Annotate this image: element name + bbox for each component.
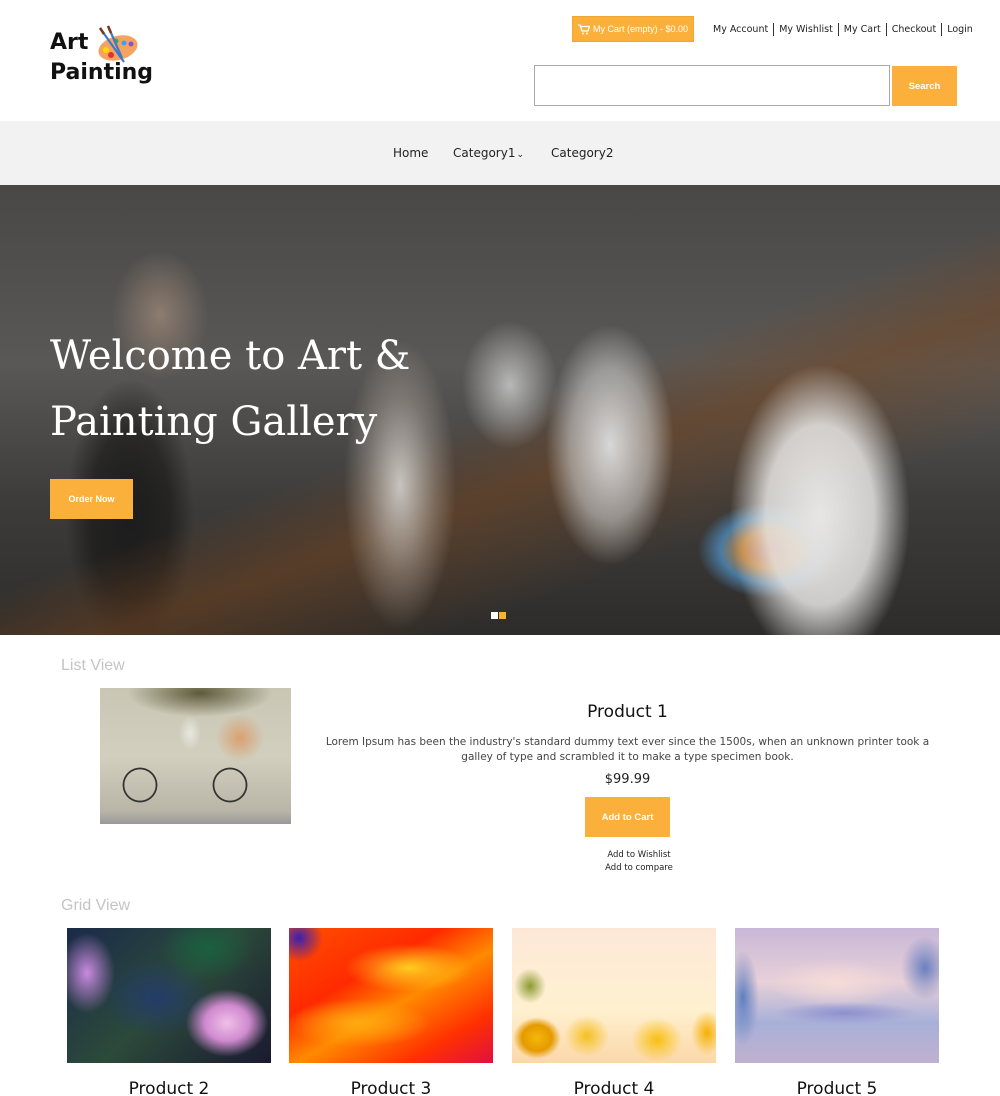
product-5-title[interactable]: Product 5 [735,1079,939,1096]
search-button[interactable]: Search [892,66,957,106]
grid-product-card: Product 5 [735,928,939,1096]
product-3-image[interactable] [289,928,493,1063]
main-nav: Home Category1⌄ Category2 [0,121,1000,185]
grid-product-card: Product 3 [289,928,493,1096]
nav-item-category1[interactable]: Category1⌄ [453,146,524,160]
nav-item-label: Category1 [453,146,516,160]
search-input[interactable] [534,65,890,106]
logo[interactable]: Art Painting [50,25,160,92]
login-link[interactable]: Login [941,23,978,36]
slider-dot-1[interactable] [491,612,498,619]
my-wishlist-link[interactable]: My Wishlist [773,23,838,36]
add-to-cart-button[interactable]: Add to Cart [585,797,670,837]
list-view-label: List View [61,657,125,674]
nav-item-label: Home [393,146,429,160]
grid-product-card: Product 2 [67,928,271,1096]
palette-icon [98,25,138,63]
hero-title: Welcome to Art & Painting Gallery [50,333,411,445]
product-1-links: Add to Wishlist Add to compare [596,849,682,875]
product-5-image[interactable] [735,928,939,1063]
grid-product-card: Product 4 [512,928,716,1096]
nav-item-category2[interactable]: Category2 [551,146,613,160]
my-cart-link[interactable]: My Cart [837,23,886,36]
product-1-price: $99.99 [604,772,651,787]
product-2-image[interactable] [67,928,271,1063]
grid-view-label: Grid View [61,897,131,914]
chevron-down-icon: ⌄ [516,150,524,160]
nav-item-home[interactable]: Home [393,146,428,160]
slider-dot-2[interactable] [499,612,506,619]
hero-banner: Welcome to Art & Painting Gallery Order … [0,185,1000,635]
product-4-image[interactable] [512,928,716,1063]
my-account-link[interactable]: My Account [708,23,773,36]
slider-dots [491,612,506,619]
order-now-button[interactable]: Order Now [50,479,133,519]
product-1-description: Lorem Ipsum has been the industry's stan… [325,736,930,763]
product-3-title[interactable]: Product 3 [289,1079,493,1096]
nav-item-label: Category2 [551,146,614,160]
add-to-wishlist-link[interactable]: Add to Wishlist [596,849,682,862]
mini-cart-label: My Cart (empty) - $0.00 [592,24,689,34]
product-4-title[interactable]: Product 4 [512,1079,716,1096]
add-to-compare-link[interactable]: Add to compare [596,862,682,875]
product-2-title[interactable]: Product 2 [67,1079,271,1096]
product-1-details: Product 1 Lorem Ipsum has been the indus… [325,700,930,787]
top-links: My Account My Wishlist My Cart Checkout … [708,23,978,36]
cart-icon [577,23,590,34]
mini-cart-button[interactable]: My Cart (empty) - $0.00 [572,16,694,42]
product-1-image[interactable] [100,688,291,824]
product-1-title[interactable]: Product 1 [325,702,930,722]
header: Art Painting My Cart (empty) - $0.00 My … [0,0,1000,121]
checkout-link[interactable]: Checkout [885,23,941,36]
